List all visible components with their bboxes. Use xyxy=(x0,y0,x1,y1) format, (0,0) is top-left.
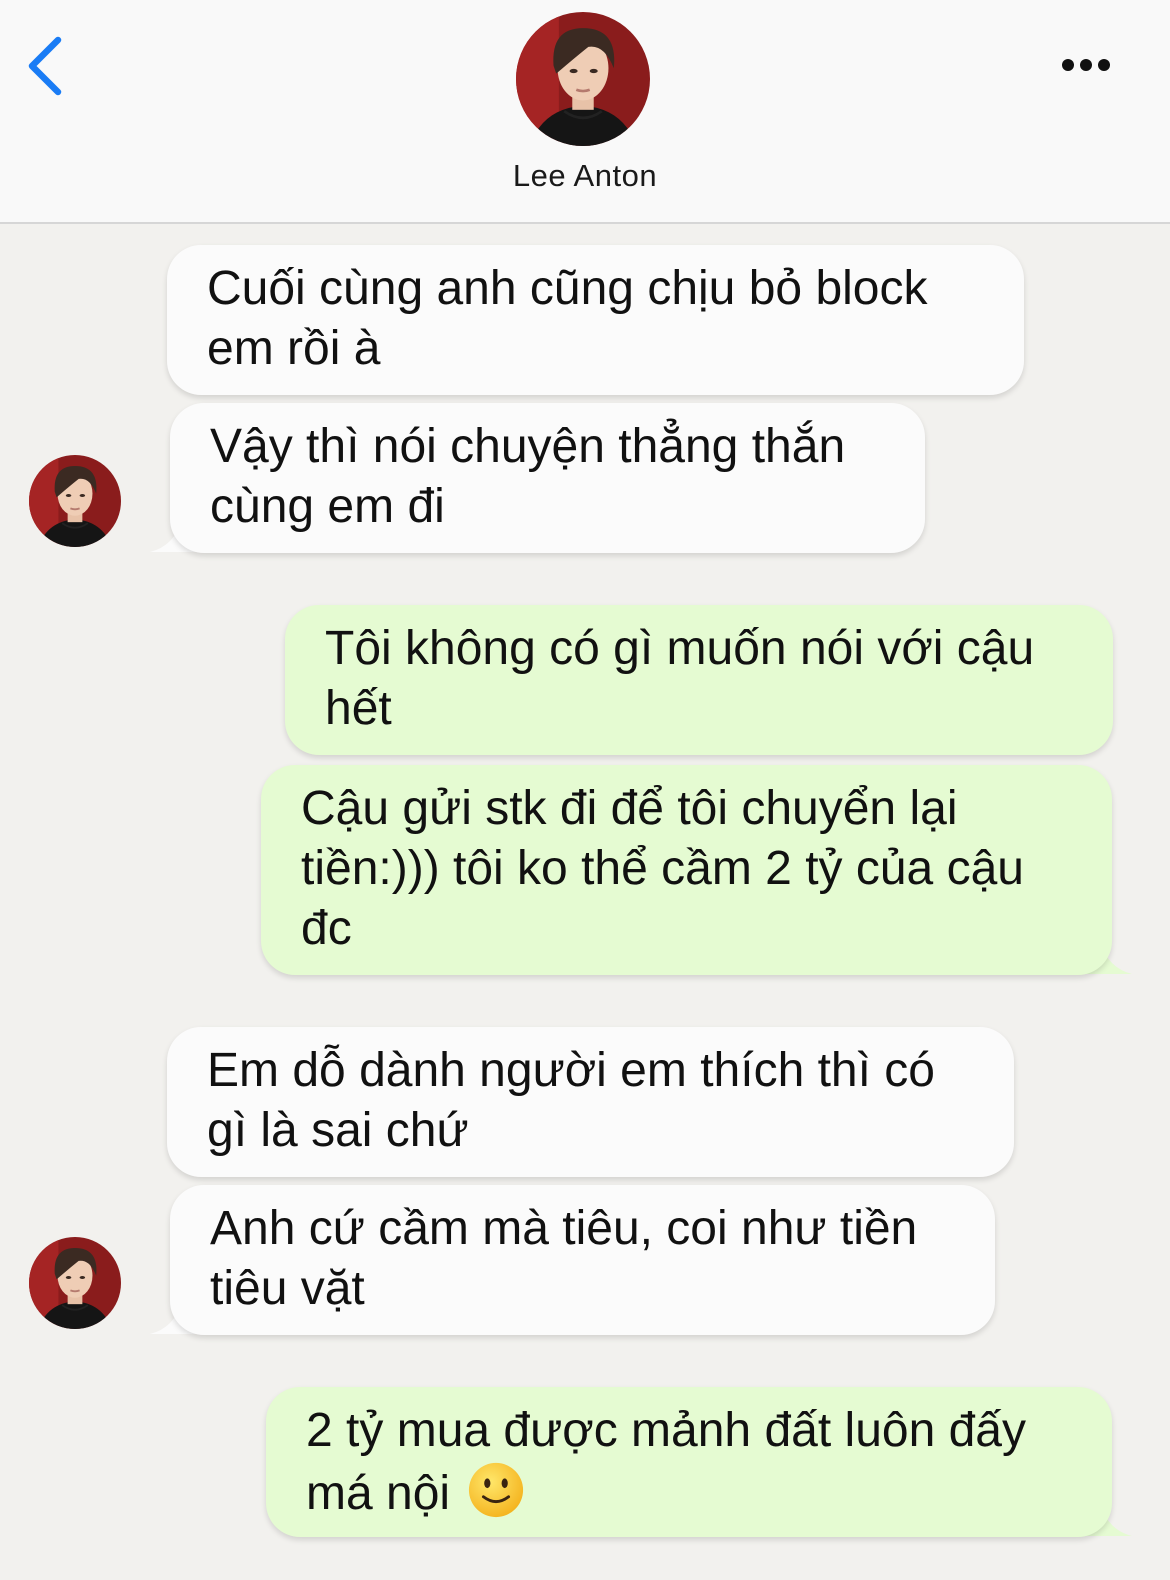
contact-name[interactable]: Lee Anton xyxy=(0,158,1170,194)
message-text: 2 tỷ mua được mảnh đất luôn đấy má nội xyxy=(306,1404,1026,1520)
message-text: Cuối cùng anh cũng chịu bỏ block em rồi … xyxy=(207,262,928,375)
chat-header: Lee Anton xyxy=(0,0,1170,224)
contact-avatar[interactable] xyxy=(516,12,650,146)
incoming-message[interactable]: Anh cứ cầm mà tiêu, coi như tiền tiêu vặ… xyxy=(170,1185,995,1335)
incoming-message[interactable]: Vậy thì nói chuyện thẳng thắn cùng em đi xyxy=(170,403,925,553)
incoming-message[interactable]: Cuối cùng anh cũng chịu bỏ block em rồi … xyxy=(167,245,1024,395)
outgoing-message[interactable]: Cậu gửi stk đi để tôi chuyển lại tiền:))… xyxy=(261,765,1112,975)
outgoing-message[interactable]: Tôi không có gì muốn nói với cậu hết xyxy=(285,605,1113,755)
message-text: Em dỗ dành người em thích thì có gì là s… xyxy=(207,1044,935,1157)
more-options-button[interactable] xyxy=(1058,45,1128,85)
outgoing-message[interactable]: 2 tỷ mua được mảnh đất luôn đấy má nội xyxy=(266,1387,1112,1537)
ellipsis-icon xyxy=(1062,59,1110,71)
message-text: Anh cứ cầm mà tiêu, coi như tiền tiêu vặ… xyxy=(210,1202,918,1315)
message-text: Cậu gửi stk đi để tôi chuyển lại tiền:))… xyxy=(301,782,1024,955)
back-button[interactable] xyxy=(22,30,72,100)
slightly-smiling-face-emoji xyxy=(469,1462,524,1518)
sender-avatar[interactable] xyxy=(29,1237,121,1329)
message-text: Tôi không có gì muốn nói với cậu hết xyxy=(325,622,1035,735)
chevron-left-icon xyxy=(28,36,62,96)
sender-avatar[interactable] xyxy=(29,455,121,547)
message-text: Vậy thì nói chuyện thẳng thắn cùng em đi xyxy=(210,420,846,533)
incoming-message[interactable]: Em dỗ dành người em thích thì có gì là s… xyxy=(167,1027,1014,1177)
